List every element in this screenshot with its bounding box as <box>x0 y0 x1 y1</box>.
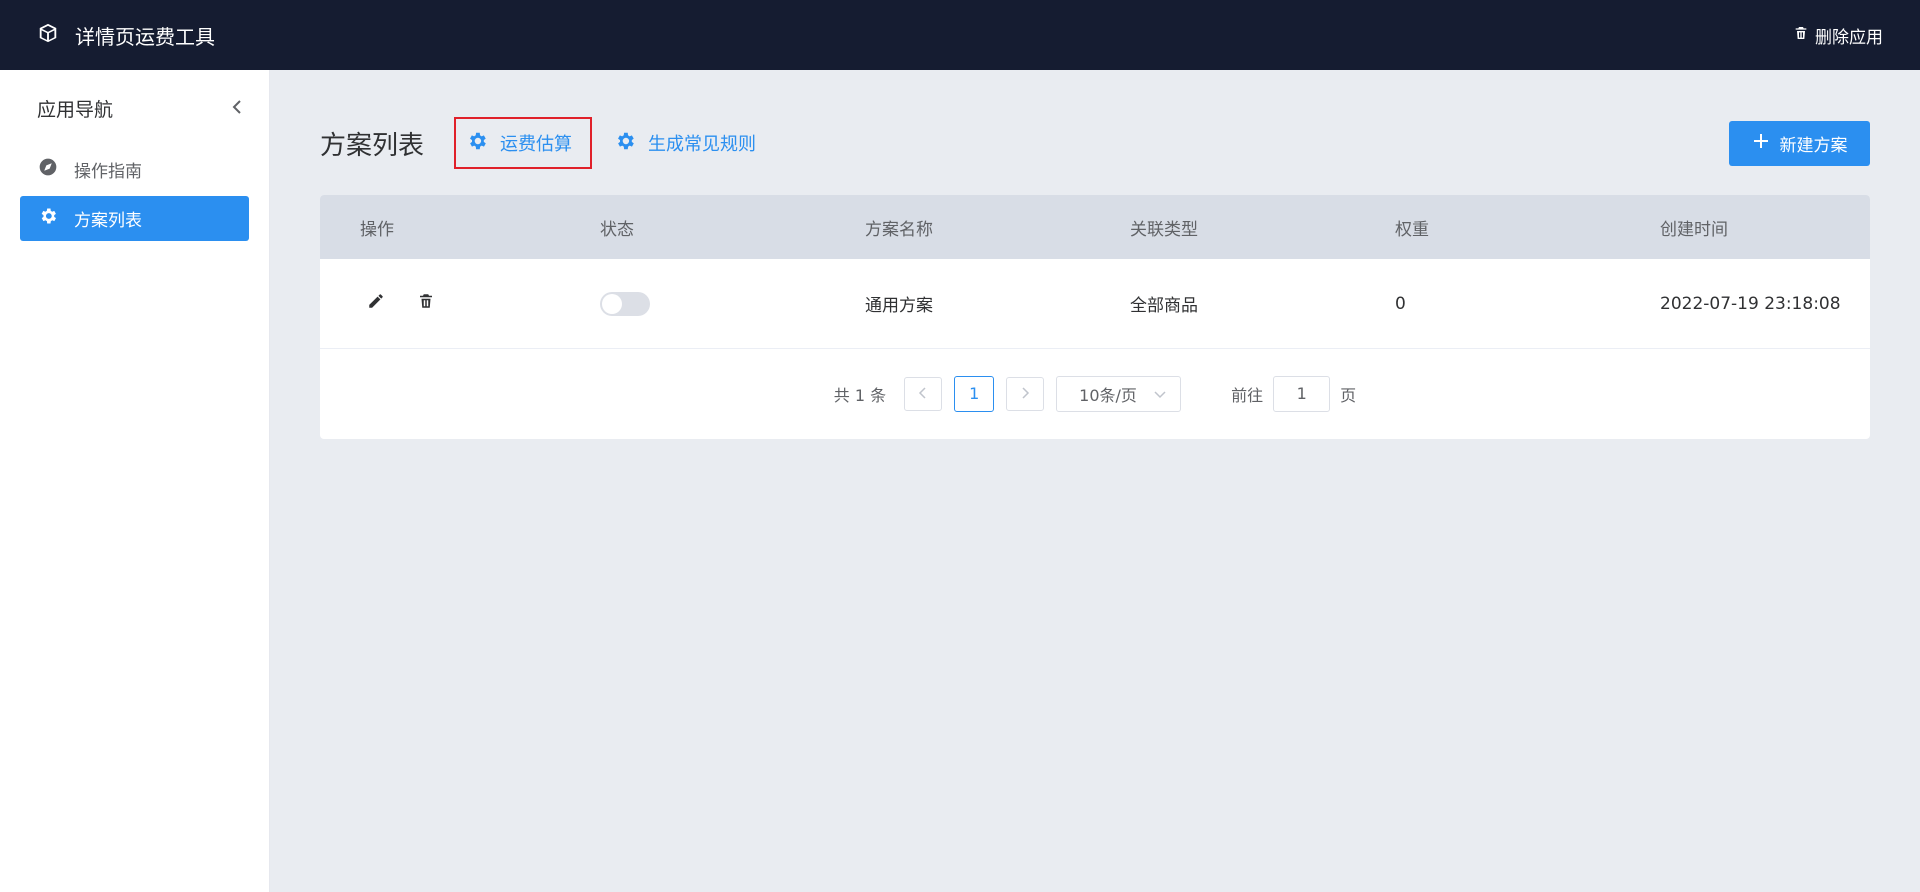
goto-page: 前往 页 <box>1231 375 1357 412</box>
page-title: 方案列表 <box>320 130 425 161</box>
pagination: 共 1 条 1 10条/页 前往 页 <box>320 349 1870 438</box>
row-weight: 0 <box>1395 293 1406 314</box>
column-header-weight: 权重 <box>1395 219 1429 240</box>
next-page-button[interactable] <box>1006 376 1045 411</box>
sidebar-title: 应用导航 <box>37 99 114 121</box>
plan-table-card: 操作 状态 方案名称 关联类型 权重 创建时间 通用方案 全部商品 0 2022… <box>320 195 1870 439</box>
page-size-value: 10条/页 <box>1079 385 1137 405</box>
sidebar-item-plans[interactable]: 方案列表 <box>20 196 249 241</box>
table-row: 通用方案 全部商品 0 2022-07-19 23:18:08 <box>320 259 1870 349</box>
edit-button[interactable] <box>364 292 388 316</box>
toggle-knob <box>602 293 622 314</box>
plus-icon <box>1752 132 1770 155</box>
sidebar-item-label: 方案列表 <box>74 211 142 231</box>
top-bar: 详情页运费工具 删除应用 <box>0 0 1920 70</box>
app-title: 详情页运费工具 <box>75 24 215 49</box>
generate-rules-link[interactable]: 生成常见规则 <box>600 117 770 169</box>
brand: 详情页运费工具 <box>37 21 215 50</box>
gear-icon <box>38 206 58 231</box>
row-actions <box>320 292 560 316</box>
row-created: 2022-07-19 23:18:08 <box>1660 293 1841 314</box>
new-plan-label: 新建方案 <box>1779 135 1848 155</box>
page-size-select[interactable]: 10条/页 <box>1056 375 1182 412</box>
freight-estimate-label: 运费估算 <box>500 134 573 155</box>
generate-rules-label: 生成常见规则 <box>648 134 757 155</box>
goto-page-input[interactable] <box>1273 375 1331 412</box>
row-type: 全部商品 <box>1130 296 1198 316</box>
cube-icon <box>37 22 59 48</box>
sidebar-item-guide[interactable]: 操作指南 <box>20 147 249 192</box>
total-count: 共 1 条 <box>833 385 887 405</box>
chevron-right-icon <box>1020 384 1030 403</box>
trash-icon <box>1793 25 1809 45</box>
collapse-sidebar-button[interactable] <box>225 97 249 121</box>
compass-icon <box>38 157 58 182</box>
page-number-current[interactable]: 1 <box>954 375 995 412</box>
column-header-status: 状态 <box>600 219 634 240</box>
freight-estimate-link[interactable]: 运费估算 <box>454 117 593 169</box>
goto-suffix: 页 <box>1340 385 1357 405</box>
column-header-name: 方案名称 <box>865 219 933 240</box>
gear-icon <box>614 130 636 157</box>
column-header-created: 创建时间 <box>1660 219 1728 240</box>
goto-prefix: 前往 <box>1231 385 1264 405</box>
delete-button[interactable] <box>414 292 438 316</box>
gear-icon <box>466 130 488 157</box>
sidebar-item-label: 操作指南 <box>74 162 142 182</box>
table-header: 操作 状态 方案名称 关联类型 权重 创建时间 <box>320 195 1870 259</box>
sidebar: 应用导航 操作指南 方案列表 <box>0 70 270 892</box>
status-toggle[interactable] <box>600 291 650 316</box>
chevron-left-icon <box>230 99 244 119</box>
pencil-icon <box>367 292 385 315</box>
column-header-type: 关联类型 <box>1130 219 1198 240</box>
main-content: 方案列表 运费估算 生成常见规则 新建方案 操作 状态 方案名称 关联类型 权重… <box>271 70 1920 892</box>
page-header: 方案列表 运费估算 生成常见规则 新建方案 <box>320 117 1870 169</box>
new-plan-button[interactable]: 新建方案 <box>1729 120 1870 166</box>
row-name: 通用方案 <box>865 296 933 316</box>
prev-page-button[interactable] <box>904 376 943 411</box>
row-status <box>560 291 825 316</box>
chevron-down-icon <box>1154 384 1166 403</box>
delete-app-button[interactable]: 删除应用 <box>1793 23 1883 48</box>
column-header-actions: 操作 <box>360 219 394 240</box>
trash-icon <box>417 292 435 315</box>
sidebar-header: 应用导航 <box>0 70 269 147</box>
chevron-left-icon <box>918 384 928 403</box>
delete-app-label: 删除应用 <box>1815 27 1883 48</box>
